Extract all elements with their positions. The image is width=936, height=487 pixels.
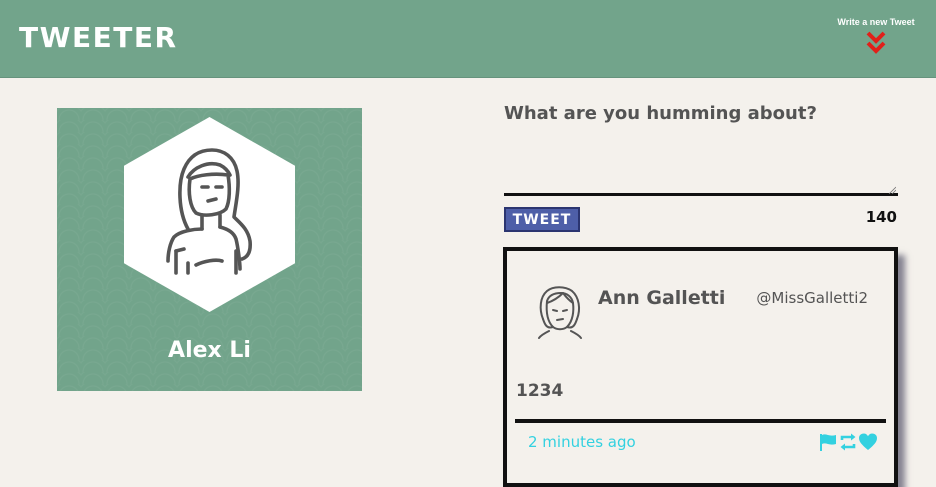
top-navigation-bar: TWEETER Write a new Tweet — [0, 0, 936, 78]
tweet-submit-button[interactable]: TWEET — [504, 207, 580, 232]
user-avatar-icon — [538, 286, 582, 339]
tweet-card: Ann Galletti @MissGalletti2 1234 2 minut… — [503, 247, 898, 487]
retweet-icon[interactable] — [838, 432, 858, 452]
heart-icon[interactable] — [858, 432, 878, 452]
composer-prompt: What are you humming about? — [504, 103, 817, 124]
profile-card: Alex Li — [57, 108, 362, 391]
resize-grip-icon[interactable] — [888, 186, 896, 194]
tweet-body: 1234 — [516, 381, 564, 401]
tweet-actions — [818, 432, 878, 452]
tweet-author-name: Ann Galletti — [598, 287, 726, 309]
flag-icon[interactable] — [818, 432, 838, 452]
character-counter: 140 — [865, 208, 897, 226]
app-logo: TWEETER — [19, 21, 178, 54]
tweet-timestamp: 2 minutes ago — [528, 433, 636, 451]
compose-label: Write a new Tweet — [837, 17, 915, 27]
profile-name: Alex Li — [168, 338, 251, 363]
user-avatar-icon — [124, 117, 295, 312]
write-new-tweet-toggle[interactable]: Write a new Tweet — [826, 14, 926, 56]
tweet-author-handle: @MissGalletti2 — [756, 289, 868, 307]
tweet-divider — [515, 419, 886, 423]
double-chevron-down-icon[interactable] — [866, 30, 886, 56]
tweet-textarea[interactable] — [504, 132, 898, 196]
